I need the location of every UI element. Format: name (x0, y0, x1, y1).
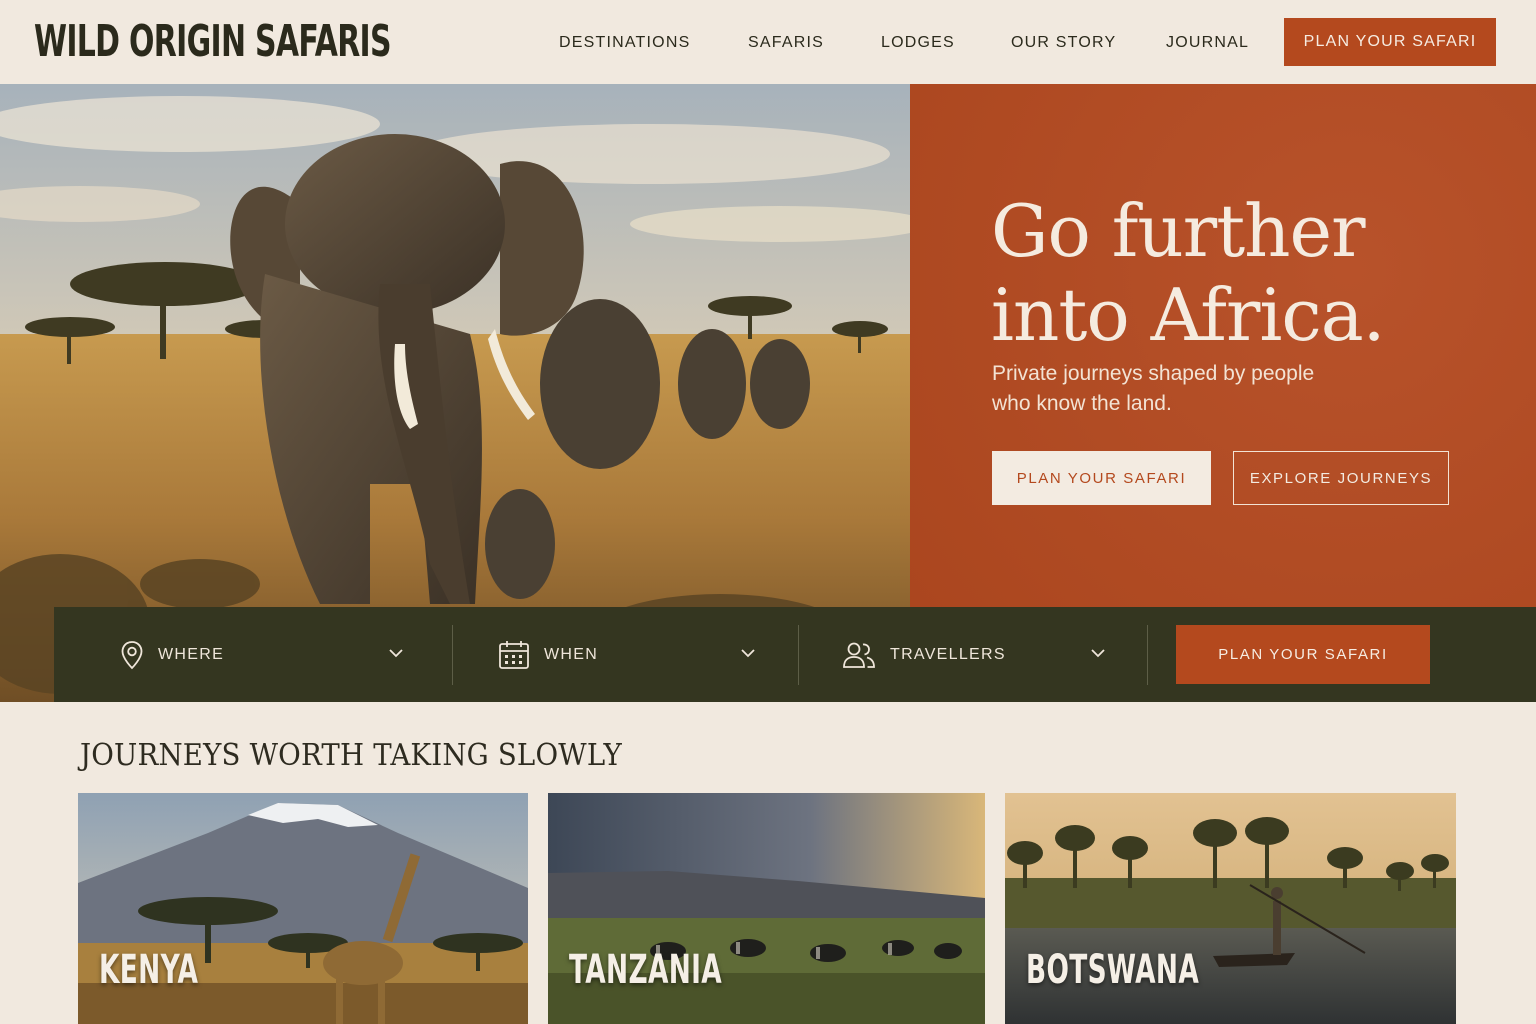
nav-lodges[interactable]: LODGES (881, 32, 955, 54)
divider (452, 625, 453, 685)
site-header: WILD ORIGIN SAFARIS DESTINATIONS SAFARIS… (0, 0, 1536, 84)
header-plan-safari-button[interactable]: PLAN YOUR SAFARI (1284, 18, 1496, 66)
travellers-select[interactable]: TRAVELLERS (842, 607, 1142, 702)
search-bar: WHERE WHEN TRAVELLERS PLAN YOUR SAFARI (54, 607, 1536, 702)
when-label: WHEN (544, 645, 599, 663)
destination-card-botswana[interactable]: BOTSWANA (1005, 793, 1456, 1024)
destination-card-kenya[interactable]: KENYA (78, 793, 528, 1024)
journeys-section-title: JOURNEYS WORTH TAKING SLOWLY (80, 738, 622, 773)
people-icon (843, 642, 875, 668)
nav-our-story[interactable]: OUR STORY (1011, 32, 1116, 54)
calendar-icon (499, 640, 529, 669)
when-select[interactable]: WHEN (498, 607, 798, 702)
hero-plan-safari-button[interactable]: PLAN YOUR SAFARI (992, 451, 1211, 505)
chevron-down-icon (741, 649, 755, 658)
card-label-botswana: BOTSWANA (1026, 947, 1200, 993)
hero-title-line1: Go further (991, 189, 1366, 273)
hero-explore-journeys-button[interactable]: EXPLORE JOURNEYS (1233, 451, 1449, 505)
nav-journal[interactable]: JOURNAL (1166, 32, 1249, 54)
divider (798, 625, 799, 685)
hero-title: Go further into Africa. (991, 189, 1511, 357)
hero-subtitle: Private journeys shaped by people who kn… (992, 362, 1315, 415)
destination-card-tanzania[interactable]: TANZANIA (548, 793, 985, 1024)
site-logo[interactable]: WILD ORIGIN SAFARIS (34, 12, 392, 72)
nav-safaris[interactable]: SAFARIS (748, 32, 824, 54)
travellers-label: TRAVELLERS (890, 645, 1006, 663)
chevron-down-icon (389, 649, 403, 658)
chevron-down-icon (1091, 649, 1105, 658)
nav-destinations[interactable]: DESTINATIONS (559, 32, 690, 54)
where-select[interactable]: WHERE (120, 607, 450, 702)
divider (1147, 625, 1148, 685)
card-label-kenya: KENYA (99, 947, 199, 993)
where-label: WHERE (158, 645, 225, 663)
hero-title-line2: into Africa. (991, 273, 1386, 357)
location-pin-icon (121, 640, 143, 669)
search-plan-safari-button[interactable]: PLAN YOUR SAFARI (1176, 625, 1430, 684)
card-label-tanzania: TANZANIA (569, 947, 723, 993)
